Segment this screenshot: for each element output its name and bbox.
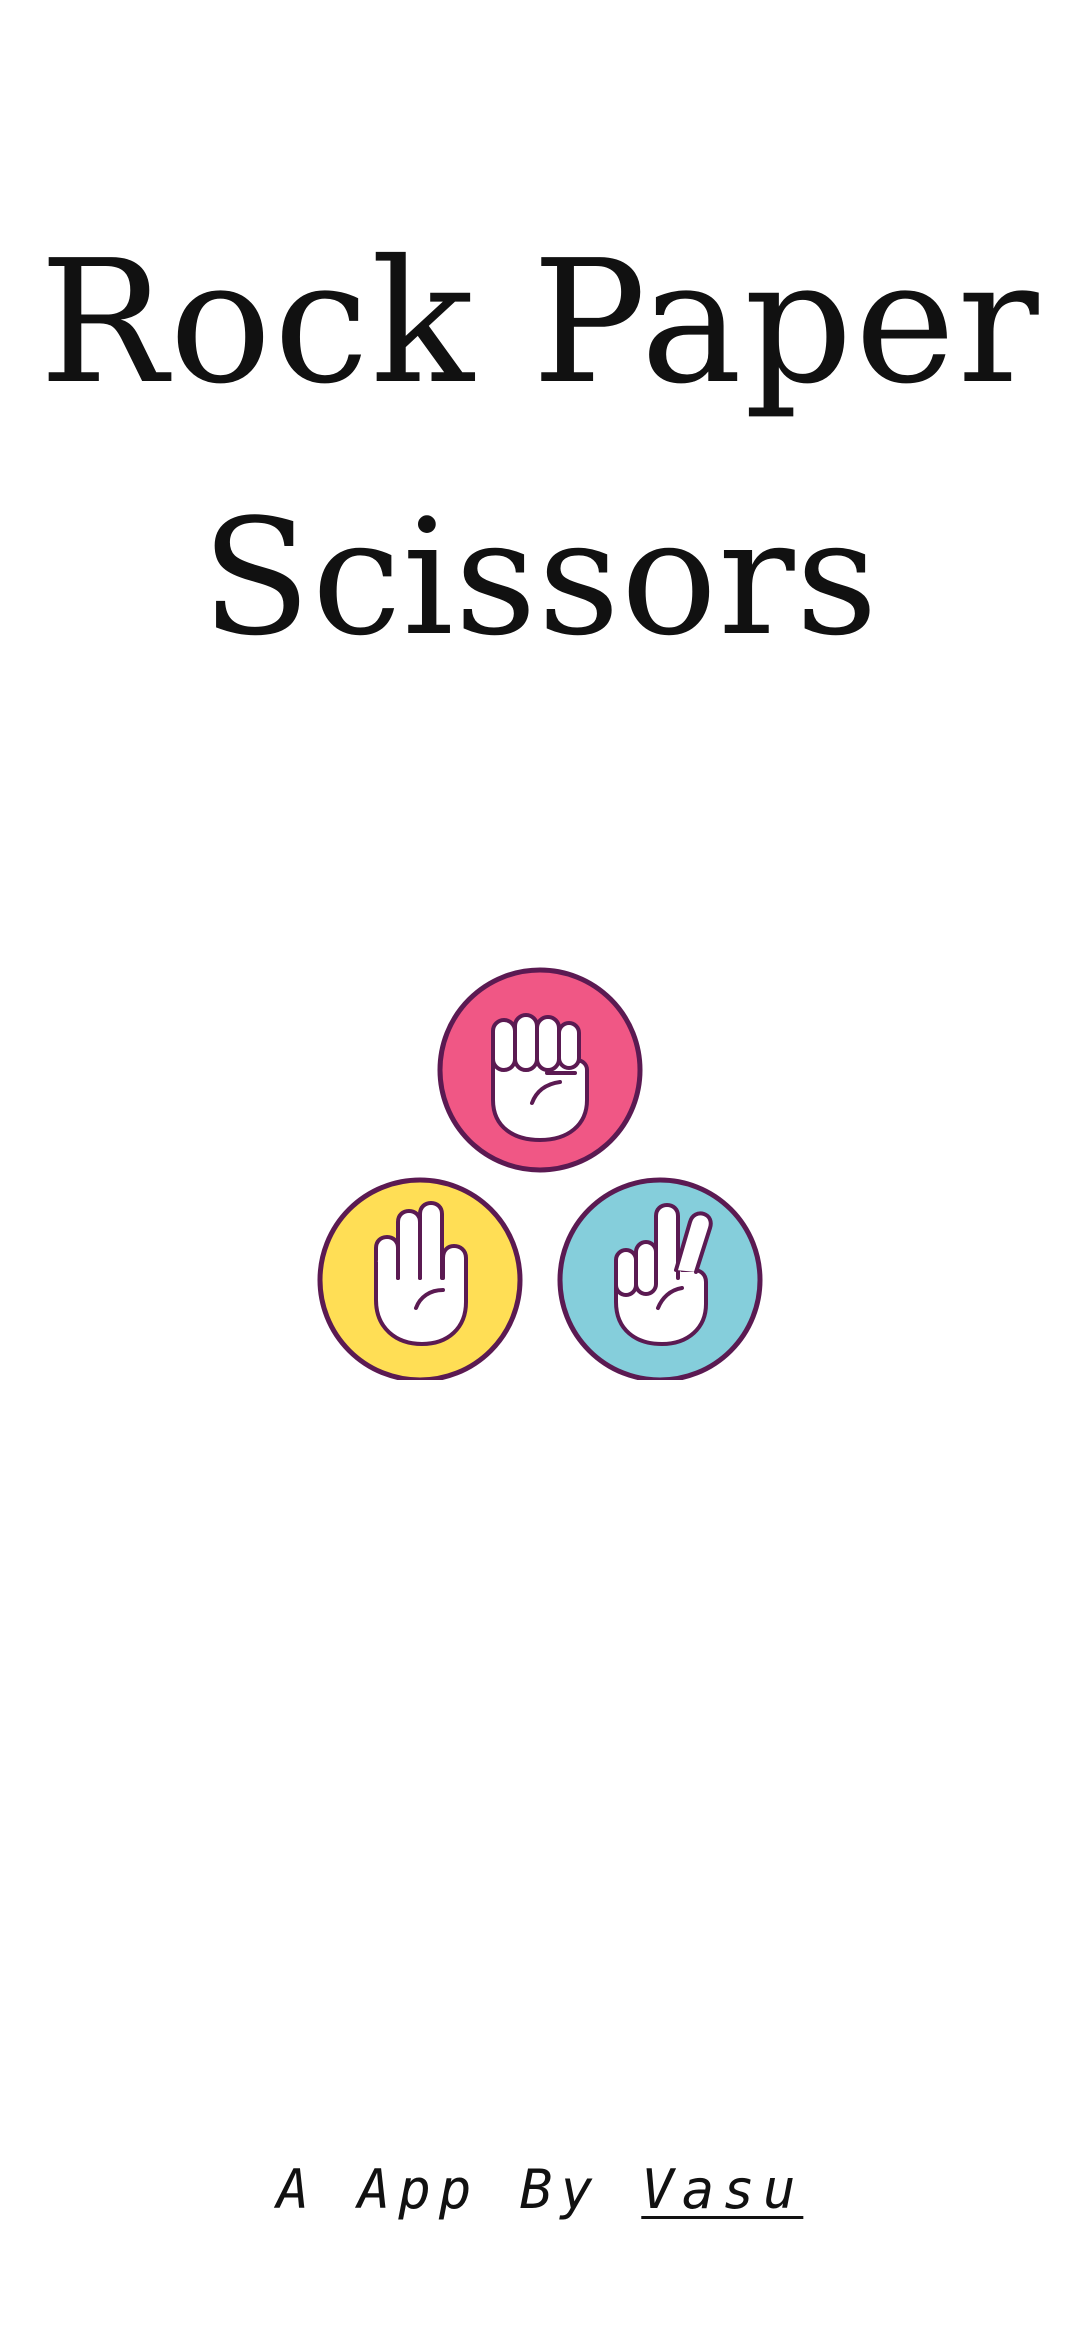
app-title-line-1: Rock Paper <box>39 224 1041 422</box>
author-link[interactable]: Vasu <box>641 2158 803 2221</box>
rock-fist-icon <box>437 967 643 1173</box>
app-title-line-2: Scissors <box>201 484 879 671</box>
footer-credit: A App By Vasu <box>0 2158 1080 2221</box>
paper-hand-icon <box>317 1177 523 1380</box>
footer-credit-prefix: A App By <box>276 2158 601 2221</box>
scissors-hand-icon <box>557 1177 763 1380</box>
game-hands-logo <box>317 967 763 1380</box>
splash-screen: Rock Paper Scissors A App By Vasu <box>0 0 1080 2340</box>
